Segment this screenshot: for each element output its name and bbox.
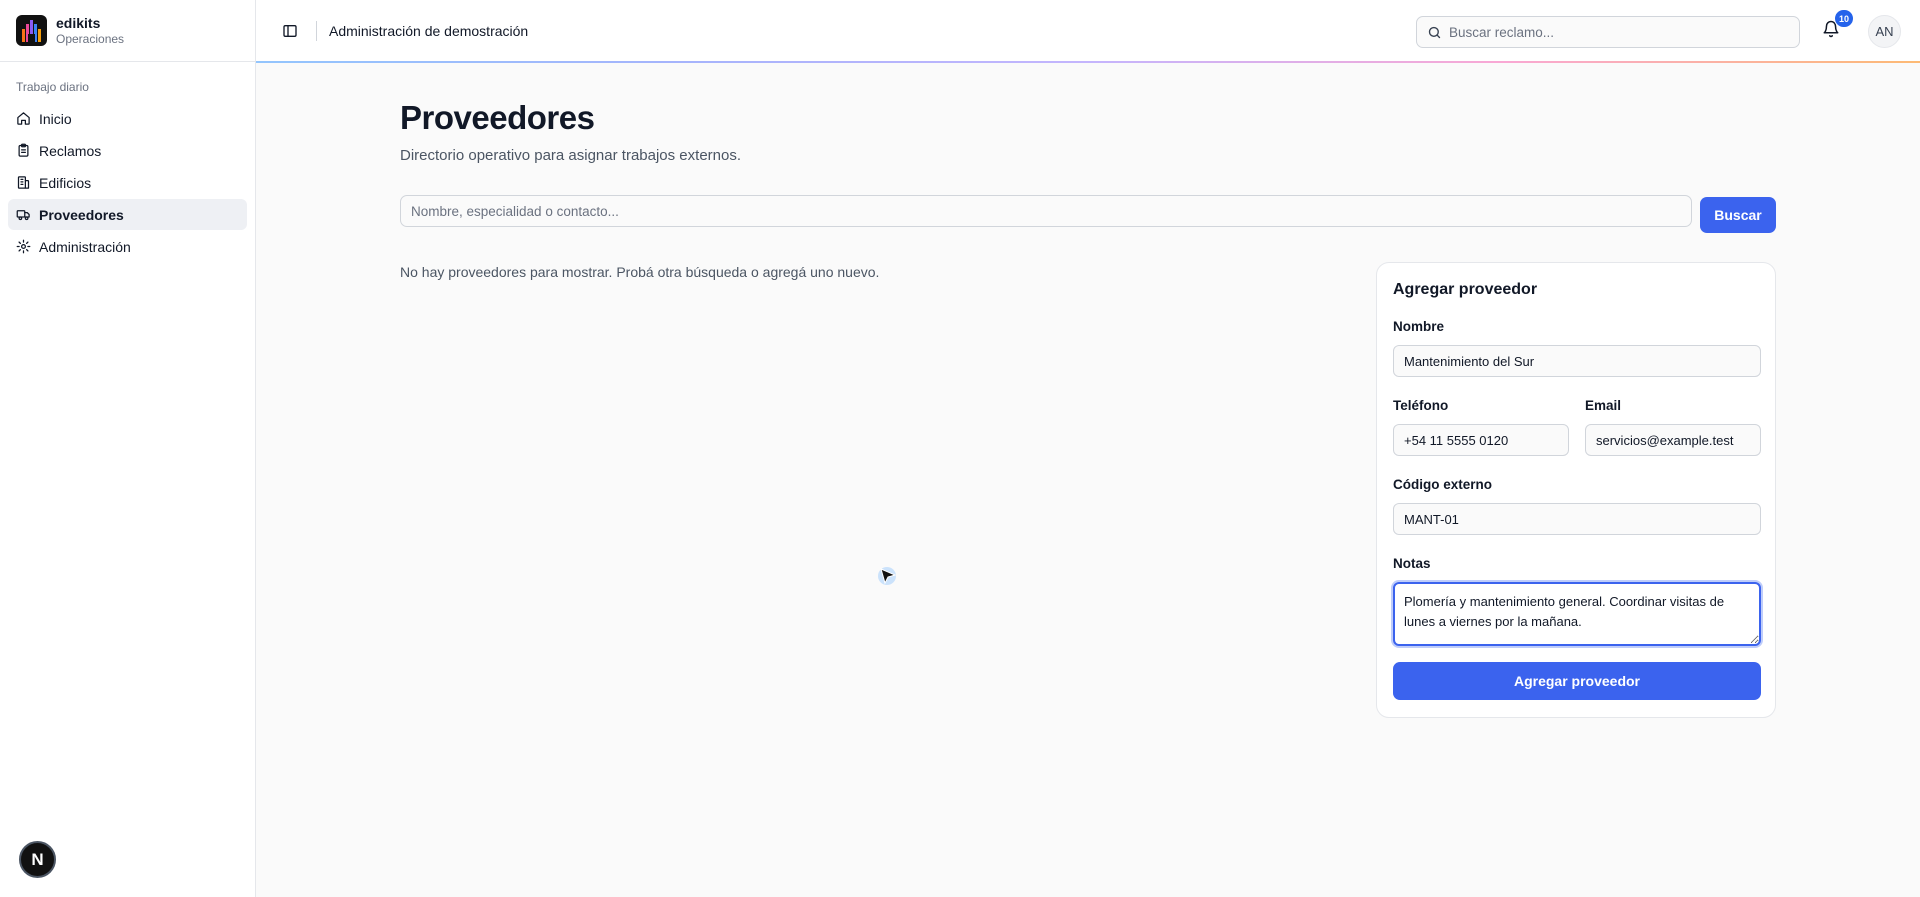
sidebar-item-label: Administración <box>39 238 131 255</box>
sidebar-item-label: Inicio <box>39 110 72 127</box>
form-title: Agregar proveedor <box>1393 281 1538 298</box>
sidebar-item-label: Edificios <box>39 174 92 191</box>
name-field[interactable] <box>1393 345 1761 377</box>
page-subtitle: Directorio operativo para asignar trabaj… <box>400 147 742 164</box>
brand-logo-icon <box>16 15 47 46</box>
sidebar-item-label: Proveedores <box>39 206 124 223</box>
global-search[interactable] <box>1416 16 1800 48</box>
notification-count-badge: 10 <box>1834 9 1854 28</box>
external-code-field[interactable] <box>1393 503 1761 535</box>
home-icon <box>17 112 30 125</box>
empty-state-message: No hay proveedores para mostrar. Probá o… <box>400 264 880 280</box>
brand-subtitle: Operaciones <box>56 31 125 46</box>
header-title: Administración de demostración <box>329 23 529 39</box>
search-button[interactable]: Buscar <box>1700 197 1776 233</box>
building-icon <box>17 176 30 189</box>
sidebar: edikits Operaciones Trabajo diario Inici… <box>0 0 256 897</box>
sidebar-item-administracion[interactable]: Administración <box>8 231 247 262</box>
sidebar-toggle-button[interactable] <box>276 17 304 45</box>
main-content: Proveedores Directorio operativo para as… <box>256 63 1920 897</box>
sidebar-item-label: Reclamos <box>39 142 102 159</box>
external-code-label: Código externo <box>1393 477 1493 492</box>
sidebar-item-edificios[interactable]: Edificios <box>8 167 247 198</box>
sidebar-item-reclamos[interactable]: Reclamos <box>8 135 247 166</box>
page-title: Proveedores <box>400 99 595 136</box>
header-divider <box>316 21 317 41</box>
nav-group-label: Trabajo diario <box>16 80 89 94</box>
sidebar-toggle-icon <box>283 25 297 37</box>
search-icon <box>1428 26 1441 38</box>
name-label: Nombre <box>1393 319 1445 334</box>
gear-icon <box>16 239 31 254</box>
add-provider-button[interactable]: Agregar proveedor <box>1393 662 1761 700</box>
phone-field[interactable] <box>1393 424 1569 456</box>
user-avatar[interactable]: AN <box>1868 15 1901 48</box>
sidebar-item-proveedores[interactable]: Proveedores <box>8 199 247 230</box>
app-badge-avatar[interactable]: N <box>19 841 56 878</box>
clipboard-icon <box>18 143 29 157</box>
sidebar-nav: Trabajo diario Inicio Reclamos Edificios… <box>0 62 255 262</box>
email-field[interactable] <box>1585 424 1761 456</box>
brand-name: edikits <box>56 14 101 31</box>
global-search-input[interactable] <box>1449 24 1779 40</box>
phone-label: Teléfono <box>1393 398 1449 413</box>
brand[interactable]: edikits Operaciones <box>0 0 255 62</box>
add-provider-card: Agregar proveedor Nombre Teléfono Email … <box>1376 262 1776 718</box>
email-label: Email <box>1585 398 1622 413</box>
sidebar-item-inicio[interactable]: Inicio <box>8 103 247 134</box>
truck-icon <box>16 210 30 221</box>
provider-search-input[interactable] <box>400 195 1692 227</box>
notes-label: Notas <box>1393 556 1431 571</box>
mouse-cursor-icon <box>878 567 897 585</box>
notes-textarea[interactable]: Plomería y mantenimiento general. Coordi… <box>1393 582 1761 646</box>
